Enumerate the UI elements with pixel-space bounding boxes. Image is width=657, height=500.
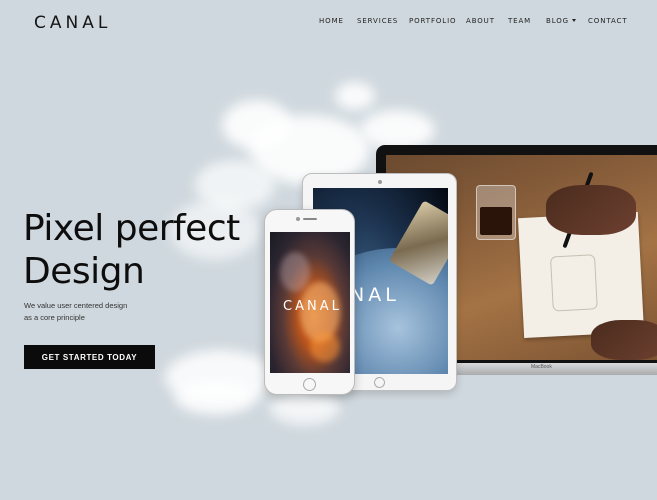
- main-nav: HOME SERVICES PORTFOLIO ABOUT TEAM BLOG …: [0, 17, 657, 29]
- coffee-image: [480, 207, 512, 235]
- nav-item-blog[interactable]: BLOG: [546, 17, 576, 25]
- home-button-icon: [303, 378, 316, 391]
- nav-item-about[interactable]: ABOUT: [466, 17, 495, 25]
- get-started-button[interactable]: GET STARTED TODAY: [24, 345, 155, 369]
- hero-subtitle-line-1: We value user centered design: [24, 301, 128, 310]
- camera-icon: [296, 217, 300, 221]
- hand-image: [591, 320, 657, 360]
- hero-subtitle: We value user centered design as a core …: [24, 300, 144, 324]
- hero-title-line-1: Pixel perfect: [23, 208, 240, 249]
- home-button-icon: [374, 377, 385, 388]
- hero-subtitle-line-2: as a core principle: [24, 313, 85, 322]
- speaker-icon: [303, 218, 317, 220]
- nav-item-home[interactable]: HOME: [319, 17, 344, 25]
- hero-title: Pixel perfect Design: [23, 207, 240, 293]
- landing-page: CANAL HOME SERVICES PORTFOLIO ABOUT TEAM…: [0, 0, 657, 500]
- hand-image: [546, 185, 636, 235]
- nav-item-services[interactable]: SERVICES: [357, 17, 398, 25]
- hero-title-line-2: Design: [23, 251, 145, 292]
- phone-screen-text: CANAL: [283, 299, 342, 314]
- nav-item-portfolio[interactable]: PORTFOLIO: [409, 17, 456, 25]
- chevron-down-icon: [572, 19, 576, 22]
- nav-item-contact[interactable]: CONTACT: [588, 17, 628, 25]
- laptop-brand-label: MacBook: [531, 364, 552, 370]
- nav-item-blog-label: BLOG: [546, 17, 569, 25]
- phone-sketch-image: [549, 254, 598, 312]
- phone-mockup: CANAL: [264, 209, 355, 395]
- camera-icon: [378, 180, 382, 184]
- phone-screen-image: CANAL: [270, 232, 350, 373]
- nav-item-team[interactable]: TEAM: [508, 17, 531, 25]
